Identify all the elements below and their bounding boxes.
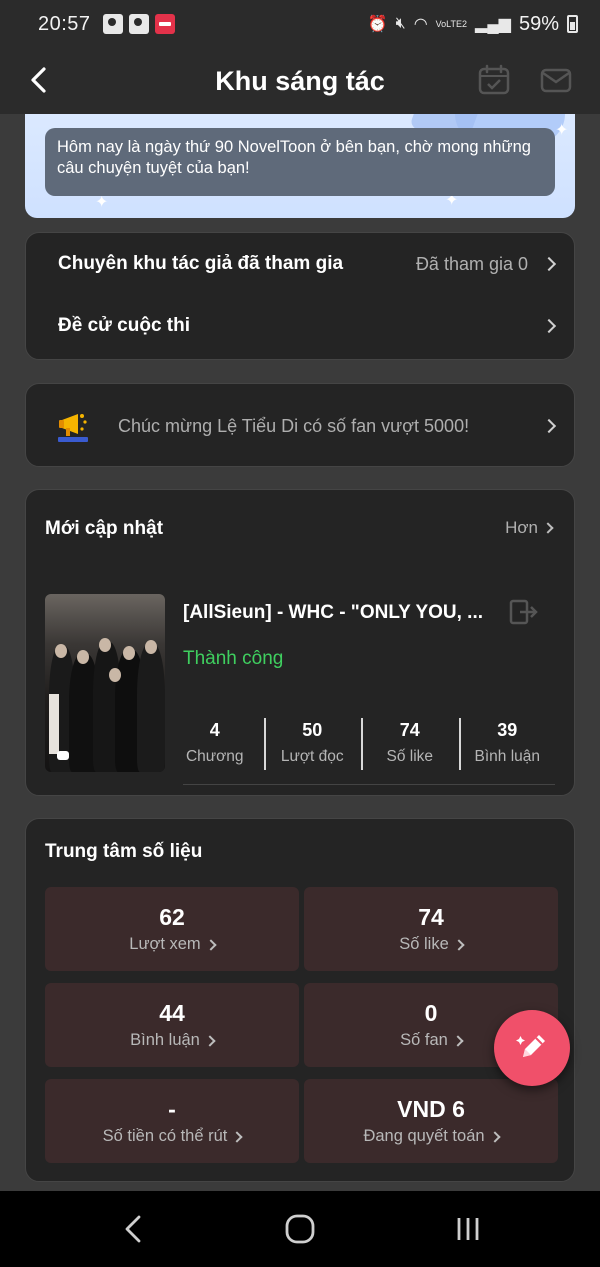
chevron-right-icon bbox=[542, 522, 554, 534]
stat-label: Lượt đọc bbox=[280, 748, 344, 765]
tile-value: 44 bbox=[159, 1000, 185, 1026]
tile-label: Bình luận bbox=[130, 1031, 200, 1049]
stat-value: 39 bbox=[497, 720, 518, 740]
chevron-right-icon bbox=[488, 1130, 501, 1143]
banner-message: Hôm nay là ngày thứ 90 NovelToon ở bên b… bbox=[45, 128, 555, 196]
section-title: Trung tâm số liệu bbox=[45, 841, 203, 862]
calendar-icon[interactable] bbox=[477, 64, 511, 96]
chevron-right-icon bbox=[541, 418, 557, 434]
chevron-right-icon bbox=[541, 318, 557, 334]
stat-comments: 39 Bình luận bbox=[458, 718, 557, 772]
stat-label: Bình luận bbox=[474, 748, 541, 765]
tile-value: - bbox=[168, 1096, 176, 1122]
megaphone-icon bbox=[58, 414, 88, 442]
stat-reads: 50 Lượt đọc bbox=[263, 718, 362, 772]
row-label: Đề cử cuộc thi bbox=[58, 315, 191, 336]
page-title: Khu sáng tác bbox=[215, 65, 385, 96]
book-cover[interactable] bbox=[45, 594, 165, 772]
chevron-right-icon bbox=[453, 938, 465, 951]
nav-home-icon bbox=[285, 1214, 315, 1244]
nav-home-button[interactable] bbox=[282, 1211, 318, 1247]
battery-icon bbox=[567, 15, 578, 33]
chevron-right-icon bbox=[205, 938, 217, 951]
menu-card: Chuyên khu tác giả đã tham gia Đã tham g… bbox=[25, 232, 575, 360]
chevron-right-icon bbox=[231, 1130, 244, 1143]
nav-back-icon bbox=[125, 1215, 141, 1243]
stat-value: 74 bbox=[399, 720, 420, 740]
stat-likes: 74 Số like bbox=[361, 718, 459, 772]
stat-label: Chương bbox=[185, 748, 244, 765]
system-nav-bar bbox=[0, 1191, 600, 1267]
section-title: Mới cập nhật bbox=[45, 518, 164, 539]
tile-label: Số tiền có thể rút bbox=[102, 1127, 228, 1145]
stat-label: Số like bbox=[386, 748, 434, 765]
recent-updates-card: Mới cập nhật Hơn [AllSieun] - WHC - "ONL… bbox=[25, 489, 575, 796]
stat-value: 50 bbox=[302, 720, 323, 740]
data-center-card: Trung tâm số liệu 62 Lượt xem 74 Số like… bbox=[25, 818, 575, 1182]
more-label: Hơn bbox=[505, 518, 538, 537]
contest-nomination-row[interactable]: Đề cử cuộc thi bbox=[26, 296, 574, 356]
tile-label: Lượt xem bbox=[129, 935, 201, 953]
notification-icon bbox=[128, 14, 149, 34]
app-header: Khu sáng tác bbox=[0, 48, 600, 114]
stat-value: 4 bbox=[209, 720, 220, 740]
divider bbox=[183, 784, 555, 785]
tile-settling[interactable]: VND 6 Đang quyết toán bbox=[304, 1079, 558, 1163]
tile-value: VND 6 bbox=[397, 1096, 465, 1122]
back-arrow-icon bbox=[31, 67, 46, 93]
row-label: Chuyên khu tác giả đã tham gia bbox=[58, 253, 344, 274]
more-link[interactable]: Hơn bbox=[505, 518, 554, 538]
chevron-right-icon bbox=[204, 1034, 216, 1047]
nav-recents-icon bbox=[457, 1218, 479, 1240]
pencil-icon bbox=[516, 1035, 545, 1057]
tile-label: Số like bbox=[399, 935, 449, 953]
stat-chapters: 4 Chương bbox=[166, 718, 264, 772]
book-status: Thành công bbox=[183, 648, 284, 669]
status-bar: 20:57 ⏰ 🔇︎ ◠ VoLTE2 ▂▄▆ 59% bbox=[0, 0, 600, 48]
welcome-banner: ✦ ✦ ✦ Hôm nay là ngày thứ 90 NovelToon ở… bbox=[25, 114, 575, 218]
nav-back-button[interactable] bbox=[118, 1211, 148, 1247]
book-stats: 4 Chương 50 Lượt đọc 74 Số like 39 Bình … bbox=[166, 718, 556, 772]
alarm-icon: ⏰ bbox=[367, 16, 388, 33]
network-label: VoLTE2 bbox=[435, 18, 468, 29]
notification-icon bbox=[102, 14, 123, 34]
mute-icon: 🔇︎ bbox=[395, 15, 406, 32]
joined-author-zones-row[interactable]: Chuyên khu tác giả đã tham gia Đã tham g… bbox=[26, 234, 574, 294]
back-button[interactable] bbox=[22, 62, 54, 98]
tile-views[interactable]: 62 Lượt xem bbox=[45, 887, 299, 971]
sparkle-icon: ✦ bbox=[555, 122, 569, 139]
book-title[interactable]: [AllSieun] - WHC - "ONLY YOU, ... bbox=[183, 602, 483, 624]
tile-value: 74 bbox=[418, 904, 444, 930]
wifi-icon: ◠ bbox=[413, 16, 428, 33]
exit-icon[interactable] bbox=[508, 598, 538, 626]
mangatoon-notification-icon bbox=[154, 14, 175, 34]
comment-badge-icon bbox=[57, 751, 69, 760]
nav-recents-button[interactable] bbox=[452, 1211, 484, 1247]
status-time: 20:57 bbox=[38, 12, 91, 35]
tile-comments[interactable]: 44 Bình luận bbox=[45, 983, 299, 1067]
tile-withdrawable[interactable]: - Số tiền có thể rút bbox=[45, 1079, 299, 1163]
announcement-card[interactable]: Chúc mừng Lệ Tiểu Di có số fan vượt 5000… bbox=[25, 383, 575, 467]
signal-icon: ▂▄▆ bbox=[475, 16, 511, 33]
write-fab-button[interactable] bbox=[494, 1010, 570, 1086]
tile-label: Đang quyết toán bbox=[363, 1127, 485, 1145]
tile-likes[interactable]: 74 Số like bbox=[304, 887, 558, 971]
mail-icon[interactable] bbox=[539, 64, 573, 96]
tile-value: 62 bbox=[159, 904, 185, 930]
row-value: Đã tham gia 0 bbox=[415, 253, 528, 274]
chevron-right-icon bbox=[541, 256, 557, 272]
announcement-text: Chúc mừng Lệ Tiểu Di có số fan vượt 5000… bbox=[118, 415, 470, 436]
chevron-right-icon bbox=[452, 1034, 464, 1047]
battery-percent: 59% bbox=[518, 12, 559, 35]
tile-label: Số fan bbox=[400, 1031, 448, 1049]
